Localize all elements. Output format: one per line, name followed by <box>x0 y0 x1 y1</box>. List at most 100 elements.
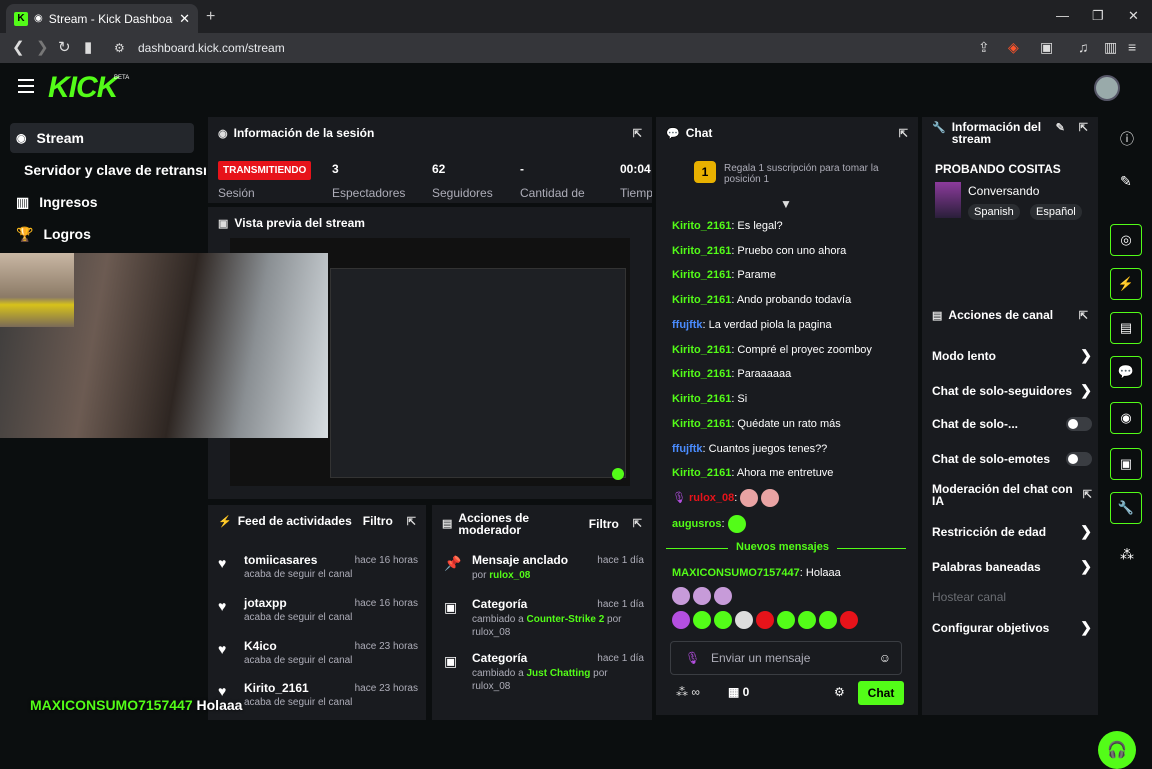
chat-message: MAXICONSUMO7157447: Holaaa <box>672 567 841 579</box>
action-banned-words[interactable]: Palabras baneadas ❯ <box>932 558 1092 575</box>
close-window-icon[interactable]: ✕ <box>1128 8 1139 24</box>
back-icon[interactable]: ❮ <box>12 38 25 56</box>
chat-message: Kirito_2161: Parame <box>672 269 776 281</box>
chat-message: Kirito_2161: Si <box>672 393 748 405</box>
chat-input[interactable]: 🎙 Enviar un mensaje ☺ <box>670 641 902 675</box>
chat-icon: 💬 <box>666 127 680 140</box>
activity-user[interactable]: Kirito_2161 <box>244 681 309 695</box>
popout-icon[interactable]: ⇱ <box>407 515 416 528</box>
notes-icon[interactable]: ▤ <box>1110 312 1142 344</box>
sub-gift-prompt[interactable]: Regala 1 suscripción para tomar la posic… <box>724 163 904 185</box>
action-followers-only[interactable]: Chat de solo-seguidores ❯ <box>932 382 1092 399</box>
overlay-chat-line: MAXICONSUMO7157447 Holaaa <box>30 697 243 713</box>
forward-icon[interactable]: ❯ <box>36 38 49 56</box>
popout-icon[interactable]: ⇱ <box>633 518 642 530</box>
hamburger-icon[interactable] <box>18 79 34 93</box>
broadcast-icon[interactable]: ◉ <box>1110 402 1142 434</box>
nav-server-key[interactable]: Servidor y clave de retransmisión <box>10 155 206 185</box>
nav-stream[interactable]: ◉ Stream <box>10 123 194 153</box>
wallet-icon[interactable]: ▣ <box>1040 39 1053 56</box>
heart-icon: ♥ <box>218 555 227 571</box>
share-icon[interactable]: ⇪ <box>978 39 990 56</box>
chat-users[interactable]: ▦ 0 <box>728 685 749 699</box>
address-bar: ❮ ❯ ↻ ▮ ⚙ dashboard.kick.com/stream ⇪ ◈ … <box>0 33 1152 63</box>
brave-shield-icon[interactable]: ◈ <box>1008 39 1019 56</box>
chevron-right-icon: ❯ <box>1080 523 1092 539</box>
filter-button[interactable]: Filtro <box>589 518 619 530</box>
support-headset-icon[interactable]: 🎧 <box>1098 731 1136 769</box>
mod-log-icon: ▤ <box>442 518 453 530</box>
popout-icon[interactable]: ⇱ <box>1079 309 1088 322</box>
bolt-icon[interactable]: ⚡ <box>1110 268 1142 300</box>
chat-message: 🎙 rulox_08: <box>672 489 782 507</box>
chat-settings-icon[interactable]: ⚙ <box>834 685 845 699</box>
activity-user[interactable]: jotaxpp <box>244 596 287 610</box>
action-slow-mode[interactable]: Modo lento ❯ <box>932 347 1092 364</box>
media-icon[interactable]: ▣ <box>1110 448 1142 480</box>
bookmark-icon[interactable]: ▮ <box>84 38 92 56</box>
new-messages-label: Nuevos mensajes <box>728 541 837 553</box>
emote <box>693 611 711 629</box>
action-ai-moderation[interactable]: Moderación del chat con IA ⇱ <box>932 483 1092 507</box>
nav-achievements[interactable]: 🏆 Logros <box>10 219 91 249</box>
chat-message: Kirito_2161: Compré el proyec zoomboy <box>672 344 872 356</box>
popout-icon[interactable]: ⇱ <box>633 127 642 140</box>
toggle-switch[interactable] <box>1066 417 1092 431</box>
mod-link[interactable]: Counter-Strike 2 <box>526 614 604 625</box>
activity-user[interactable]: K4ico <box>244 639 277 653</box>
chat-message: Kirito_2161: Pruebo con uno ahora <box>672 245 847 257</box>
sidebar-icon[interactable]: ▥ <box>1104 39 1117 56</box>
stat-label: Cantidad de <box>520 186 585 200</box>
maximize-icon[interactable]: ❐ <box>1092 8 1104 24</box>
activity-user[interactable]: tomiicasares <box>244 553 317 567</box>
new-tab-button[interactable]: + <box>206 8 215 26</box>
close-tab-icon[interactable]: ✕ <box>179 11 190 27</box>
bot-infinity-icon[interactable]: ⁂ ∞ <box>676 685 700 699</box>
mod-link[interactable]: rulox_08 <box>489 570 530 581</box>
channel-actions-panel: ▤ Acciones de canal ⇱ Modo lento ❯ Chat d… <box>922 297 1098 715</box>
channel-actions-header: ▤ Acciones de canal ⇱ <box>922 299 1098 331</box>
emote <box>714 611 732 629</box>
browser-tab[interactable]: K ◉ Stream - Kick Dashboard ✕ <box>6 4 198 33</box>
filter-button[interactable]: Filtro <box>363 514 393 528</box>
avatar[interactable] <box>1094 75 1120 101</box>
edit-icon[interactable]: ✎ <box>1056 121 1065 134</box>
popout-icon[interactable]: ⇱ <box>1079 121 1088 134</box>
popout-icon[interactable]: ⇱ <box>899 127 908 140</box>
bot-icon[interactable]: ⁂ <box>1120 546 1134 563</box>
mod-action: Categoría <box>472 597 528 611</box>
site-info-icon[interactable]: ⚙ <box>114 41 125 55</box>
stream-category[interactable]: Conversando <box>968 184 1039 198</box>
media-icon[interactable]: ♫ <box>1078 39 1089 55</box>
wrench-icon: 🔧 <box>932 122 946 134</box>
action-emotes-only[interactable]: Chat de solo-emotes <box>932 452 1092 466</box>
tag[interactable]: Español <box>1030 204 1082 220</box>
tag[interactable]: Spanish <box>968 204 1020 220</box>
chat-icon[interactable]: 💬 <box>1110 356 1142 388</box>
info-icon[interactable]: ⓘ <box>1120 129 1134 149</box>
action-subs-only[interactable]: Chat de solo-... <box>932 417 1092 431</box>
chat-message: ffujftk: La verdad piola la pagina <box>672 319 832 331</box>
reload-icon[interactable]: ↻ <box>58 38 71 56</box>
wrench-icon[interactable]: 🔧 <box>1110 492 1142 524</box>
chat-message: Kirito_2161: Ando probando todavía <box>672 294 852 306</box>
toggle-switch[interactable] <box>1066 452 1092 466</box>
edit-icon[interactable]: ✎ <box>1120 173 1132 190</box>
viewer-count: 0 <box>742 685 750 699</box>
minimize-icon[interactable]: — <box>1056 8 1069 23</box>
kick-logo[interactable]: KICK <box>48 71 118 105</box>
nav-income[interactable]: ▥ Ingresos <box>10 187 98 217</box>
action-goals[interactable]: Configurar objetivos ❯ <box>932 619 1092 636</box>
webcam-overlay <box>0 253 328 438</box>
screenshot-icon[interactable]: ◎ <box>1110 224 1142 256</box>
menu-icon[interactable]: ≡ <box>1128 39 1136 55</box>
mod-desc: por rulox_08 <box>472 570 531 581</box>
url-field[interactable]: dashboard.kick.com/stream <box>138 41 285 55</box>
panel-title: Chat <box>685 126 713 140</box>
mod-link[interactable]: Just Chatting <box>526 668 590 679</box>
action-age-restriction[interactable]: Restricción de edad ❯ <box>932 523 1092 540</box>
chat-send-button[interactable]: Chat <box>858 681 904 705</box>
emoji-icon[interactable]: ☺ <box>879 651 891 665</box>
preview-icon: ▣ <box>218 217 229 230</box>
expand-icon[interactable]: ▼ <box>780 197 792 211</box>
